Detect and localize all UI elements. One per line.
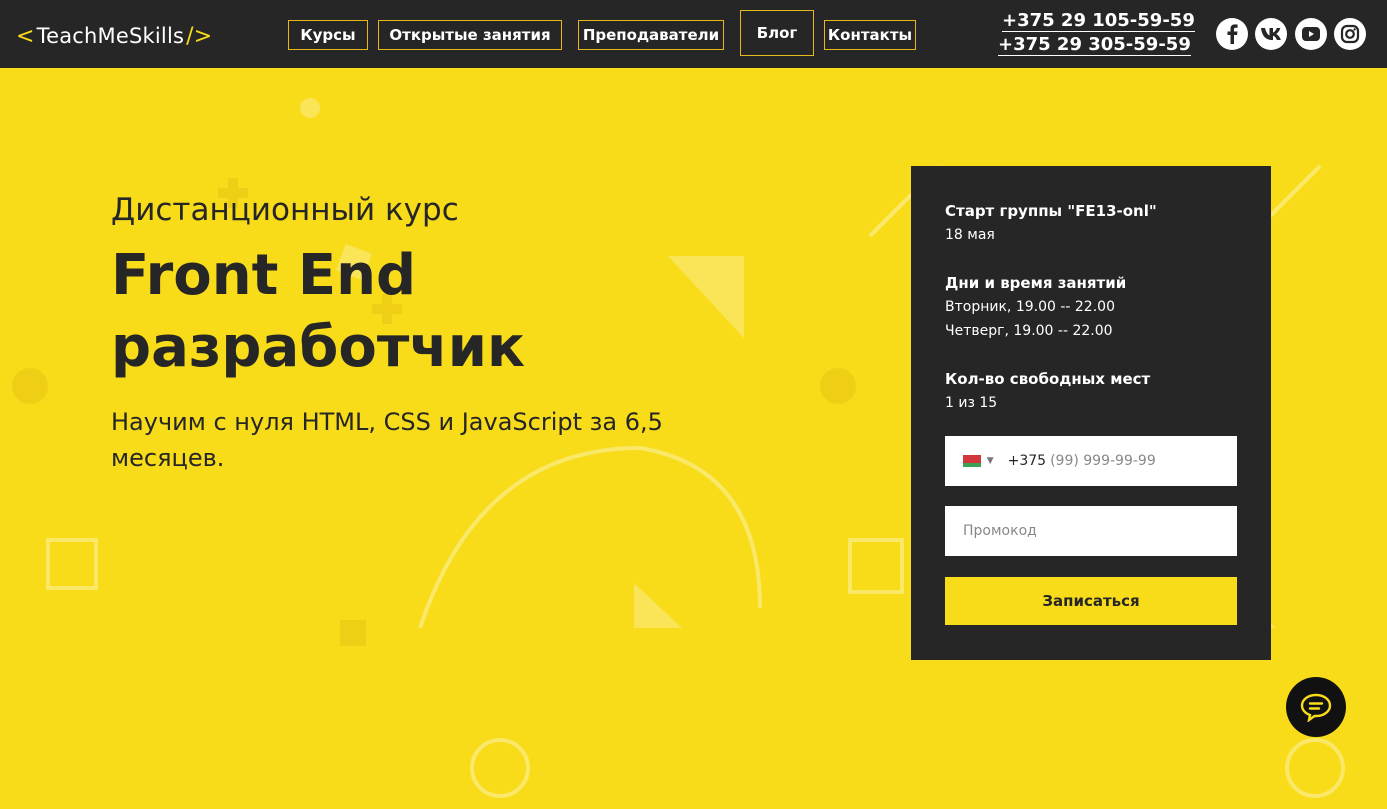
phone-link-1[interactable]: +375 29 105-59-59 — [1002, 10, 1195, 32]
phone-numbers: +375 29 105-59-59 +375 29 305-59-59 — [968, 8, 1195, 72]
chat-button[interactable] — [1286, 677, 1346, 737]
promo-code-input[interactable] — [945, 506, 1237, 556]
phone-country-code: +375 — [1007, 453, 1047, 469]
schedule-value-2: Четверг, 19.00 -- 22.00 — [945, 323, 1113, 339]
belarus-flag-icon[interactable] — [963, 455, 981, 467]
chevron-down-icon[interactable]: ▼ — [987, 456, 994, 466]
hero-description: Научим с нуля HTML, CSS и JavaScript за … — [111, 408, 663, 472]
phone-input[interactable] — [1050, 453, 1237, 469]
hero-title-line-1: Front End — [111, 243, 417, 308]
phone-field[interactable]: ▼ +375 — [945, 436, 1237, 486]
free-seats-value: 1 из 15 — [945, 395, 998, 411]
hero-title-line-2: разработчик — [111, 315, 526, 380]
youtube-icon[interactable] — [1295, 18, 1327, 50]
schedule-value-1: Вторник, 19.00 -- 22.00 — [945, 299, 1115, 315]
nav-item-contacts[interactable]: Контакты — [824, 20, 916, 50]
hero-subtitle: Дистанционный курс — [111, 192, 459, 228]
nav-item-blog[interactable]: Блог — [740, 10, 814, 56]
logo-text: TeachMeSkills — [36, 24, 185, 48]
start-date-value: 18 мая — [945, 227, 995, 243]
promo-field[interactable] — [945, 506, 1237, 556]
schedule-label: Дни и время занятий — [945, 274, 1127, 292]
logo[interactable]: < TeachMeSkills /> — [14, 12, 222, 60]
nav-item-courses[interactable]: Курсы — [288, 20, 368, 50]
signup-button[interactable]: Записаться — [945, 577, 1237, 625]
site-header: < TeachMeSkills /> Курсы Открытые заняти… — [0, 0, 1387, 68]
vk-icon[interactable] — [1255, 18, 1287, 50]
social-links — [1212, 8, 1376, 68]
nav-item-teachers[interactable]: Преподаватели — [578, 20, 724, 50]
free-seats-label: Кол-во свободных мест — [945, 370, 1151, 388]
signup-form-card: Старт группы "FE13-onl" 18 мая Дни и вре… — [911, 166, 1271, 660]
chat-bubble-icon — [1300, 693, 1332, 722]
start-group-label: Старт группы "FE13-onl" — [945, 202, 1157, 220]
main-nav: Курсы Открытые занятия Преподаватели Бло… — [268, 8, 934, 68]
logo-right-bracket: /> — [186, 23, 213, 49]
facebook-icon[interactable] — [1216, 18, 1248, 50]
nav-item-open-lessons[interactable]: Открытые занятия — [378, 20, 562, 50]
instagram-icon[interactable] — [1334, 18, 1366, 50]
logo-left-bracket: < — [16, 23, 35, 49]
phone-link-2[interactable]: +375 29 305-59-59 — [998, 34, 1191, 56]
hero-title: Front End разработчик — [111, 240, 671, 384]
